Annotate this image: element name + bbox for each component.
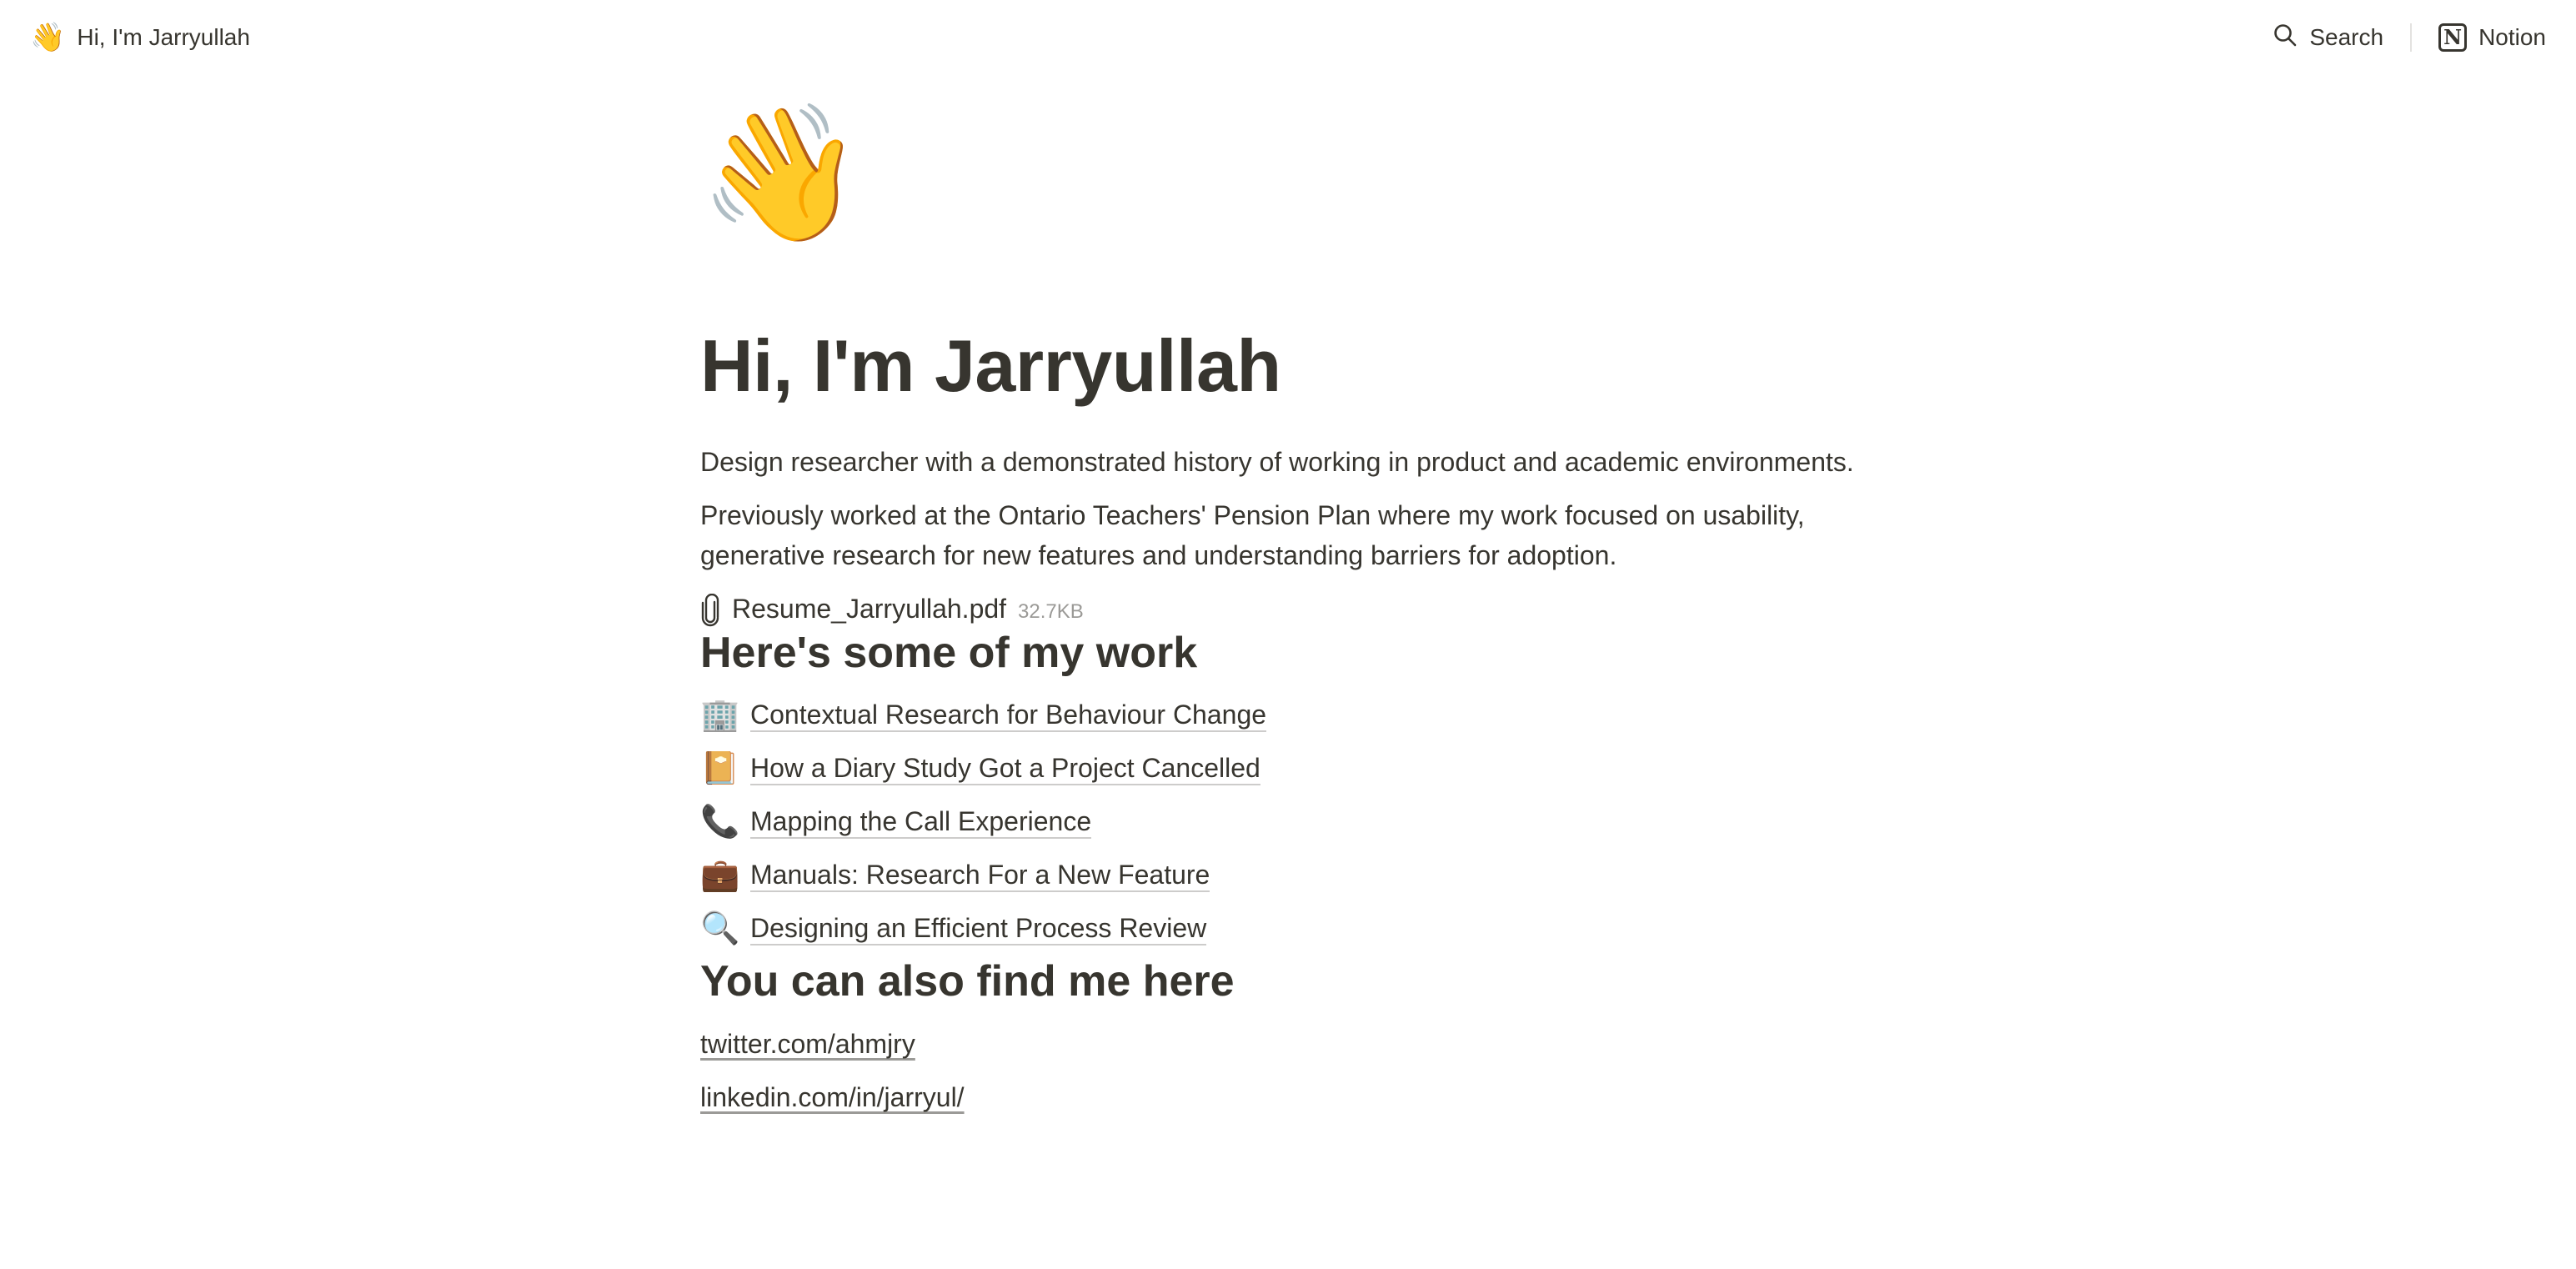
breadcrumb[interactable]: 👋 Hi, I'm Jarryullah (30, 23, 250, 52)
work-item[interactable]: 📞 Mapping the Call Experience (700, 795, 1884, 849)
briefcase-icon: 💼 (700, 857, 740, 893)
notion-button[interactable]: N Notion (2438, 23, 2546, 52)
twitter-link[interactable]: twitter.com/ahmjry (700, 1017, 1884, 1071)
resume-file-attachment[interactable]: Resume_Jarryullah.pdf 32.7KB (700, 593, 1884, 627)
work-link-process-review[interactable]: Designing an Efficient Process Review (750, 912, 1207, 945)
work-list: 🏢 Contextual Research for Behaviour Chan… (700, 689, 1884, 956)
work-item[interactable]: 💼 Manuals: Research For a New Feature (700, 849, 1884, 902)
work-link-call-experience[interactable]: Mapping the Call Experience (750, 805, 1092, 839)
work-item[interactable]: 🔍 Designing an Efficient Process Review (700, 902, 1884, 956)
waving-hand-icon: 👋 (30, 22, 66, 53)
work-link-manuals[interactable]: Manuals: Research For a New Feature (750, 859, 1210, 892)
work-link-contextual-research[interactable]: Contextual Research for Behaviour Change (750, 699, 1267, 732)
work-item[interactable]: 📔 How a Diary Study Got a Project Cancel… (700, 742, 1884, 795)
find-me-heading: You can also find me here (700, 956, 1235, 1006)
linkedin-link[interactable]: linkedin.com/in/jarryul/ (700, 1071, 1884, 1124)
work-heading: Here's some of my work (700, 628, 1198, 677)
notion-logo-icon: N (2438, 23, 2468, 52)
work-link-diary-study[interactable]: How a Diary Study Got a Project Cancelle… (750, 752, 1260, 785)
experience-paragraph: Previously worked at the Ontario Teacher… (700, 499, 1805, 570)
page-content: 👋 Hi, I'm Jarryullah Design researcher w… (699, 100, 1884, 1124)
file-size: 32.7KB (1018, 599, 1084, 623)
topbar-divider (2410, 23, 2413, 52)
breadcrumb-label: Hi, I'm Jarryullah (77, 24, 250, 50)
notebook-icon: 📔 (700, 750, 740, 786)
file-name: Resume_Jarryullah.pdf (732, 593, 1007, 624)
work-item[interactable]: 🏢 Contextual Research for Behaviour Chan… (700, 689, 1884, 742)
paperclip-icon (700, 593, 720, 627)
telephone-icon: 📞 (700, 804, 740, 840)
office-building-icon: 🏢 (700, 697, 740, 733)
search-label: Search (2309, 24, 2384, 50)
social-links: twitter.com/ahmjry linkedin.com/in/jarry… (700, 1017, 1884, 1124)
page-waving-hand-icon[interactable]: 👋 (699, 107, 1884, 257)
page-title: Hi, I'm Jarryullah (700, 324, 1281, 407)
magnifying-glass-icon: 🔍 (700, 910, 740, 946)
top-bar: 👋 Hi, I'm Jarryullah Search N Notion (0, 0, 2576, 75)
search-button[interactable]: Search (2273, 23, 2383, 53)
notion-label: Notion (2478, 24, 2546, 50)
topbar-actions: Search N Notion (2273, 23, 2546, 53)
search-icon (2273, 23, 2298, 53)
intro-paragraph: Design researcher with a demonstrated hi… (700, 446, 1854, 477)
